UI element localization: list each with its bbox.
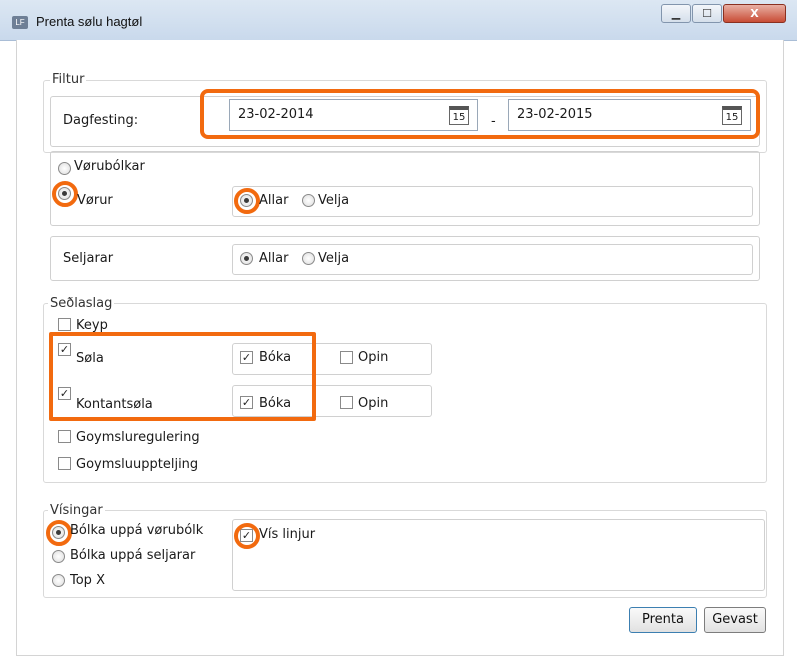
checkbox-sola-opin[interactable] (340, 351, 353, 364)
product-groups-label: Vørubólkar (74, 159, 145, 174)
kontantsola-opin-label: Opin (358, 396, 389, 411)
group-by-product-group-label: Bólka uppá vørubólk (70, 523, 204, 538)
radio-group-by-seller[interactable] (52, 550, 65, 563)
sellers-all-label: Allar (259, 251, 289, 266)
print-sales-stats-window: LF Prenta sølu hagtøl ▁ ☐ X Filtur Dagfe… (0, 0, 797, 663)
radio-sellers-select[interactable] (302, 252, 315, 265)
checkbox-goymsluupptelling[interactable] (58, 457, 71, 470)
top-x-label: Top X (70, 573, 105, 588)
maximize-button[interactable]: ☐ (692, 4, 722, 23)
checkbox-show-lines-highlight (234, 523, 260, 549)
radio-product-groups[interactable] (58, 162, 71, 175)
title-bar: LF Prenta sølu hagtøl ▁ ☐ X (0, 0, 797, 41)
goymsluregulering-label: Goymsluregulering (76, 430, 200, 445)
radio-products-all-highlight (234, 188, 260, 214)
checkbox-kontantsola-opin[interactable] (340, 396, 353, 409)
display-legend: Vísingar (48, 503, 105, 518)
radio-products-select[interactable] (302, 194, 315, 207)
app-icon: LF (12, 16, 28, 29)
window-title: Prenta sølu hagtøl (36, 14, 143, 29)
products-all-label: Allar (259, 193, 289, 208)
sales-types-highlight (49, 332, 316, 421)
cancel-button[interactable]: Gevast (704, 607, 766, 633)
sola-opin-label: Opin (358, 350, 389, 365)
slip-type-legend: Seðlaslag (48, 296, 115, 311)
products-label: Vørur (77, 193, 113, 208)
radio-group-by-product-group-highlight (46, 520, 72, 546)
products-select-label: Velja (318, 193, 350, 208)
show-lines-label: Vís linjur (259, 527, 316, 542)
filter-legend: Filtur (50, 72, 87, 87)
date-highlight (200, 89, 760, 139)
sellers-label: Seljarar (63, 251, 114, 266)
goymsluupptelling-label: Goymsluuppteljing (76, 457, 199, 472)
minimize-button[interactable]: ▁ (661, 4, 691, 23)
close-button[interactable]: X (723, 4, 786, 23)
checkbox-goymsluregulering[interactable] (58, 430, 71, 443)
date-label: Dagfesting: (63, 113, 139, 128)
radio-top-x[interactable] (52, 574, 65, 587)
radio-sellers-all[interactable] (240, 252, 253, 265)
radio-products-highlight (52, 181, 78, 207)
checkbox-keyp[interactable] (58, 318, 71, 331)
sellers-select-label: Velja (318, 251, 350, 266)
keyp-label: Keyp (76, 318, 108, 333)
print-button[interactable]: Prenta (629, 607, 697, 633)
group-by-seller-label: Bólka uppá seljarar (70, 548, 196, 563)
